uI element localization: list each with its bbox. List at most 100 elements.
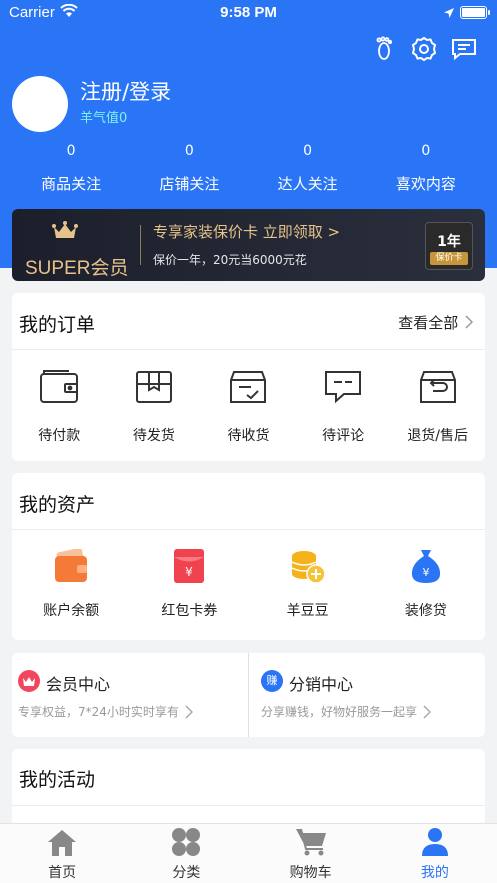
divider bbox=[12, 805, 485, 806]
order-return-aftersale[interactable]: 退货/售后 bbox=[390, 369, 485, 445]
stat-count: 0 bbox=[184, 143, 194, 159]
category-icon bbox=[124, 824, 248, 858]
footprint-icon[interactable] bbox=[371, 36, 397, 62]
divider bbox=[248, 653, 249, 737]
comment-icon bbox=[296, 369, 391, 405]
tab-home[interactable]: 首页 bbox=[0, 824, 124, 883]
member-center-desc-text: 专享权益，7*24小时实时享有 bbox=[18, 705, 179, 719]
distribution-center-desc-text: 分享赚钱，好物好服务一起享 bbox=[261, 705, 418, 719]
battery-icon bbox=[460, 6, 490, 19]
stat-count: 0 bbox=[421, 143, 431, 159]
order-pending-payment[interactable]: 待付款 bbox=[12, 369, 107, 445]
assets-title: 我的资产 bbox=[19, 494, 96, 516]
price-protect-card-icon: 1年 保价卡 bbox=[425, 222, 473, 270]
avatar[interactable] bbox=[12, 76, 68, 132]
stat-shop-follow[interactable]: 0 店铺关注 bbox=[130, 143, 248, 194]
order-label: 待收货 bbox=[227, 428, 270, 444]
vip-offer-title[interactable]: 专享家装保价卡 立即领取 > bbox=[153, 221, 340, 242]
super-vip-banner[interactable]: SUPER会员 专享家装保价卡 立即领取 > 保价一年，20元当6000元花 1… bbox=[12, 209, 485, 281]
order-label: 待付款 bbox=[38, 428, 81, 444]
vip-divider bbox=[140, 225, 141, 265]
stat-label: 商品关注 bbox=[41, 175, 102, 193]
crown-icon bbox=[52, 221, 78, 245]
tab-label: 我的 bbox=[420, 865, 449, 881]
tab-label: 购物车 bbox=[289, 865, 332, 881]
vip-brand: SUPER会员 bbox=[25, 258, 129, 279]
stat-expert-follow[interactable]: 0 达人关注 bbox=[249, 143, 367, 194]
asset-label: 红包卡券 bbox=[161, 603, 218, 619]
distribution-center-title: 分销中心 bbox=[289, 675, 354, 694]
asset-balance[interactable]: 账户余额 bbox=[12, 548, 130, 620]
orders-panel: 我的订单 查看全部 待付款 待发货 待收货 待评论 退货/售后 bbox=[12, 293, 485, 461]
stat-count: 0 bbox=[66, 143, 76, 159]
home-icon bbox=[0, 824, 124, 858]
distribution-center[interactable]: 赚 分销中心 分享赚钱，好物好服务一起享 bbox=[255, 653, 491, 737]
follow-stats: 0 商品关注 0 店铺关注 0 达人关注 0 喜欢内容 bbox=[12, 143, 485, 194]
divider bbox=[12, 529, 485, 530]
stat-count: 0 bbox=[303, 143, 313, 159]
profile-icon bbox=[373, 824, 497, 858]
balance-icon bbox=[12, 548, 130, 584]
stat-label: 店铺关注 bbox=[159, 175, 220, 193]
loan-icon: ¥ bbox=[367, 548, 485, 584]
stat-label: 喜欢内容 bbox=[395, 175, 456, 193]
see-all-orders-link[interactable]: 查看全部 bbox=[398, 312, 474, 333]
order-pending-shipment[interactable]: 待发货 bbox=[107, 369, 202, 445]
svg-text:¥: ¥ bbox=[422, 566, 429, 579]
order-label: 待发货 bbox=[132, 428, 175, 444]
order-pending-receipt[interactable]: 待收货 bbox=[201, 369, 296, 445]
tab-label: 分类 bbox=[172, 865, 201, 881]
coins-icon bbox=[249, 548, 367, 584]
asset-redpacket[interactable]: ¥ 红包卡券 bbox=[130, 548, 248, 620]
earn-badge-icon: 赚 bbox=[261, 670, 283, 692]
chevron-right-icon bbox=[185, 705, 193, 719]
receive-icon bbox=[201, 369, 296, 405]
login-register-link[interactable]: 注册/登录 bbox=[80, 76, 171, 106]
service-centers: 会员中心 专享权益，7*24小时实时享有 赚 分销中心 分享赚钱，好物好服务一起… bbox=[12, 653, 485, 737]
member-center[interactable]: 会员中心 专享权益，7*24小时实时享有 bbox=[12, 653, 248, 737]
clock: 9:58 PM bbox=[220, 4, 277, 21]
stat-label: 达人关注 bbox=[277, 175, 338, 193]
settings-gear-icon[interactable] bbox=[411, 36, 437, 62]
tab-category[interactable]: 分类 bbox=[124, 824, 248, 883]
tab-cart[interactable]: 购物车 bbox=[249, 824, 373, 883]
header-actions bbox=[371, 36, 477, 62]
activity-title: 我的活动 bbox=[19, 769, 96, 791]
box-icon bbox=[107, 369, 202, 405]
vip-offer-subtitle: 保价一年，20元当6000元花 bbox=[153, 253, 307, 267]
status-bar: Carrier 9:58 PM bbox=[0, 0, 497, 26]
divider bbox=[12, 349, 485, 350]
asset-sheep-beans[interactable]: 羊豆豆 bbox=[249, 548, 367, 620]
assets-panel: 我的资产 账户余额 ¥ 红包卡券 羊豆豆 ¥ 装修贷 bbox=[12, 473, 485, 640]
member-center-title: 会员中心 bbox=[46, 675, 111, 694]
see-all-label: 查看全部 bbox=[398, 314, 459, 332]
sheep-points: 羊气值0 bbox=[80, 111, 128, 126]
asset-label: 账户余额 bbox=[43, 603, 100, 619]
card-tag: 保价卡 bbox=[430, 252, 468, 265]
distribution-center-desc: 分享赚钱，好物好服务一起享 bbox=[261, 703, 431, 720]
message-icon[interactable] bbox=[451, 36, 477, 62]
chevron-right-icon bbox=[423, 705, 431, 719]
location-icon bbox=[443, 5, 455, 23]
redpacket-icon: ¥ bbox=[130, 548, 248, 584]
stat-product-follow[interactable]: 0 商品关注 bbox=[12, 143, 130, 194]
crown-badge-icon bbox=[18, 670, 40, 692]
card-year: 1年 bbox=[437, 234, 461, 250]
bottom-tab-bar: 首页 分类 购物车 我的 bbox=[0, 823, 497, 883]
asset-label: 羊豆豆 bbox=[286, 603, 329, 619]
asset-renovation-loan[interactable]: ¥ 装修贷 bbox=[367, 548, 485, 620]
order-pending-review[interactable]: 待评论 bbox=[296, 369, 391, 445]
tab-label: 首页 bbox=[48, 865, 77, 881]
member-center-desc: 专享权益，7*24小时实时享有 bbox=[18, 703, 193, 720]
svg-text:¥: ¥ bbox=[186, 565, 194, 579]
cart-icon bbox=[249, 824, 373, 858]
orders-title: 我的订单 bbox=[19, 314, 96, 336]
asset-label: 装修贷 bbox=[404, 603, 447, 619]
return-icon bbox=[390, 369, 485, 405]
order-label: 退货/售后 bbox=[407, 428, 469, 444]
wallet-icon bbox=[12, 369, 107, 405]
chevron-right-icon bbox=[465, 315, 474, 329]
tab-mine[interactable]: 我的 bbox=[373, 824, 497, 883]
order-label: 待评论 bbox=[322, 428, 365, 444]
stat-liked-content[interactable]: 0 喜欢内容 bbox=[367, 143, 485, 194]
